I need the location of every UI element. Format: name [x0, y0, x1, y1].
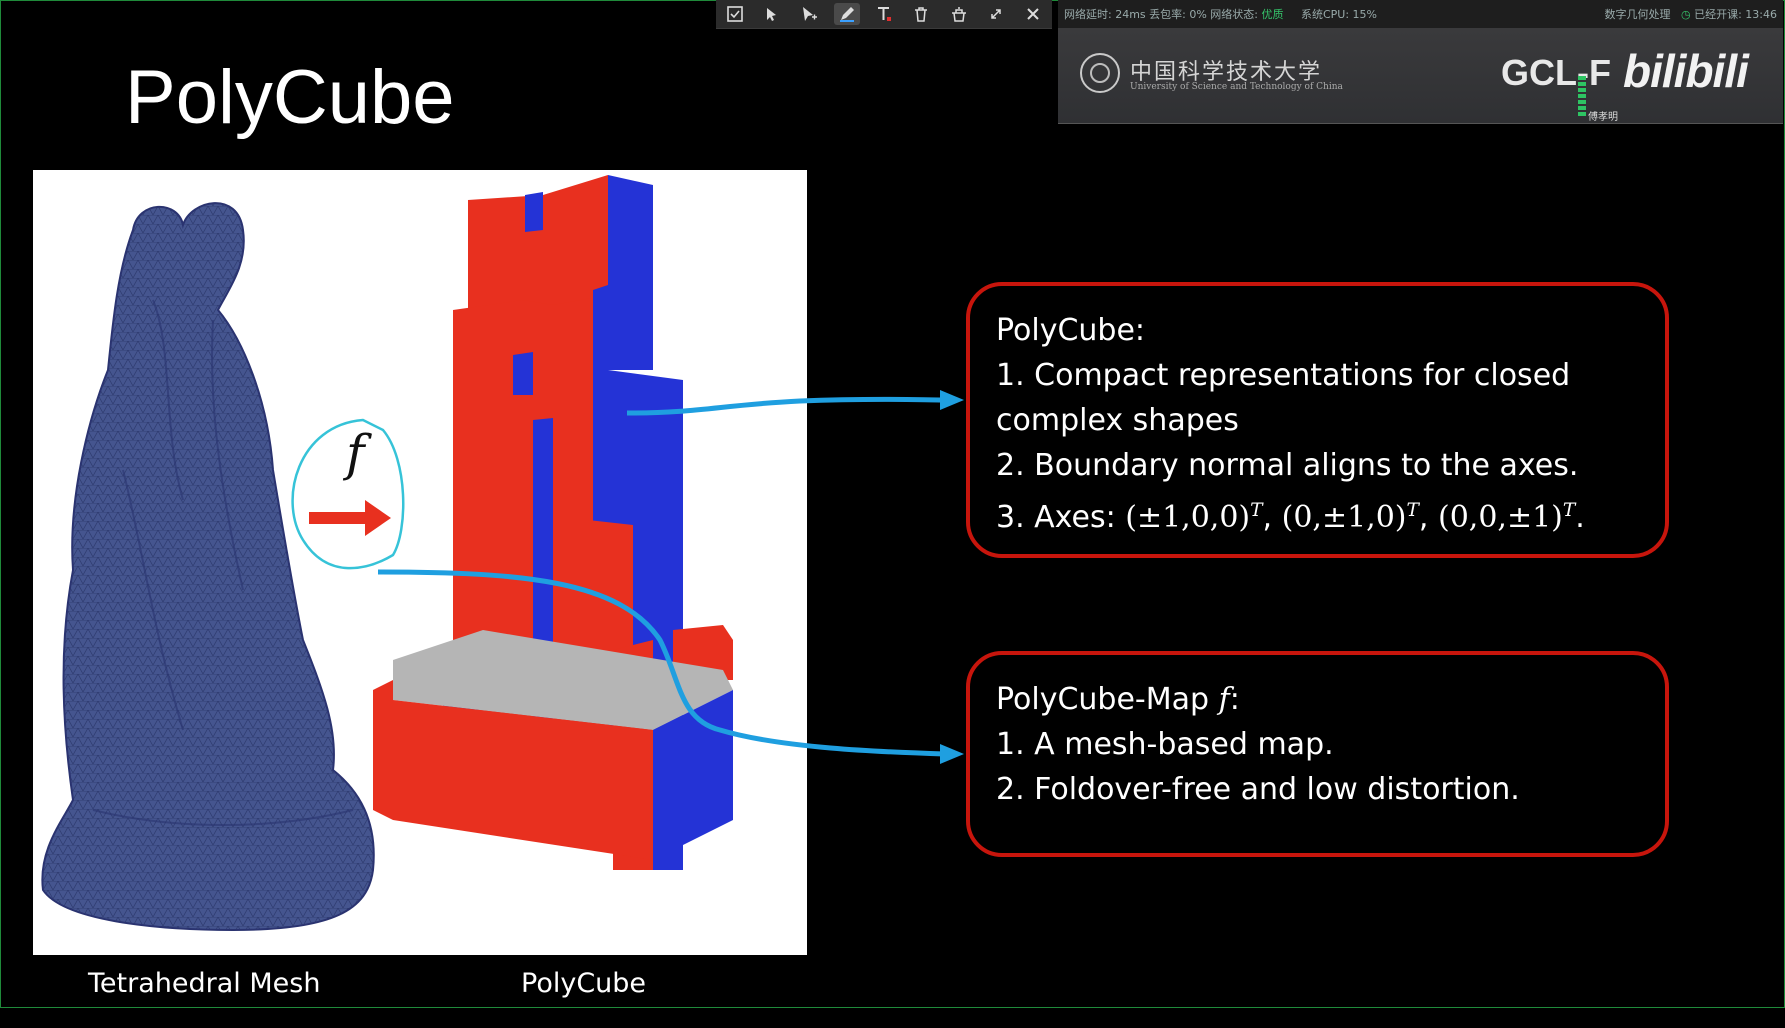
collapse-icon[interactable] — [983, 3, 1009, 25]
course-status: 数字几何处理 ◷ 已经开课: 13:46 — [1604, 6, 1777, 22]
speaker-name: 傅孝明 — [1588, 112, 1618, 123]
slide-title: PolyCube — [125, 55, 455, 140]
course-name: 数字几何处理 — [1604, 8, 1671, 21]
lab-logo: GCL-F — [1501, 52, 1611, 93]
tetrahedral-mesh-figure — [41, 202, 375, 932]
network-status: 网络延时: 24ms 丢包率: 0% 网络状态: 优质 系统CPU: 15% — [1064, 8, 1378, 21]
box2-heading: PolyCube-Map f: — [996, 682, 1240, 717]
box1-line3: 2. Boundary normal aligns to the axes. — [996, 448, 1579, 483]
arrow-head-icon — [940, 744, 964, 764]
close-icon[interactable] — [1020, 3, 1046, 25]
arrow-right-icon — [309, 500, 391, 536]
polycube-definition-box: PolyCube: 1. Compact representations for… — [966, 282, 1669, 558]
trash-icon[interactable] — [908, 3, 934, 25]
polycube-figure — [373, 175, 733, 870]
text-icon[interactable] — [871, 3, 897, 25]
arrow-head-icon — [940, 390, 964, 410]
map-f-symbol: f — [342, 424, 372, 482]
elapsed-time: 已经开课: 13:46 — [1694, 8, 1777, 21]
university-seal-icon — [1080, 53, 1120, 93]
network-quality: 优质 — [1261, 8, 1284, 21]
stream-status-bar: 网络延时: 24ms 丢包率: 0% 网络状态: 优质 系统CPU: 15% 数… — [1058, 0, 1783, 28]
box2-line2: 2. Foldover-free and low distortion. — [996, 772, 1520, 807]
bilibili-logo: bilibili — [1623, 45, 1749, 97]
box1-line2: complex shapes — [996, 403, 1239, 438]
mic-level-icon — [1578, 68, 1586, 116]
box2-line1: 1. A mesh-based map. — [996, 727, 1334, 762]
box1-heading: PolyCube: — [996, 313, 1146, 348]
clock-icon: ◷ — [1680, 8, 1691, 21]
checkbox-icon[interactable] — [722, 3, 748, 25]
speaker-overlay: 中国科学技术大学 University of Science and Techn… — [1058, 28, 1783, 124]
clear-icon[interactable] — [946, 3, 972, 25]
caption-polycube: PolyCube — [521, 968, 647, 999]
annotation-toolbar — [716, 0, 1052, 29]
cpu-usage: 系统CPU: 15% — [1300, 8, 1378, 21]
figure-illustration: f — [41, 175, 733, 932]
polycube-map-box: PolyCube-Map f: 1. A mesh-based map. 2. … — [966, 651, 1669, 857]
university-name-en: University of Science and Technology of … — [1130, 82, 1343, 92]
pen-icon[interactable] — [833, 3, 860, 25]
polycube-map-symbol: f — [291, 418, 405, 570]
caption-tetrahedral-mesh: Tetrahedral Mesh — [88, 968, 321, 999]
axis-1: (±1,0,0) — [1125, 500, 1251, 535]
magic-pointer-icon[interactable] — [759, 3, 785, 25]
axis-3: (0,0,±1) — [1438, 500, 1563, 535]
axis-2: (0,±1,0) — [1281, 500, 1407, 535]
figure-panel: f — [33, 170, 807, 955]
pointer-icon[interactable] — [796, 3, 822, 25]
box1-line4: 3. Axes: (±1,0,0)T, (0,±1,0)T, (0,0,±1)T… — [996, 500, 1585, 535]
box1-line1: 1. Compact representations for closed — [996, 358, 1571, 393]
